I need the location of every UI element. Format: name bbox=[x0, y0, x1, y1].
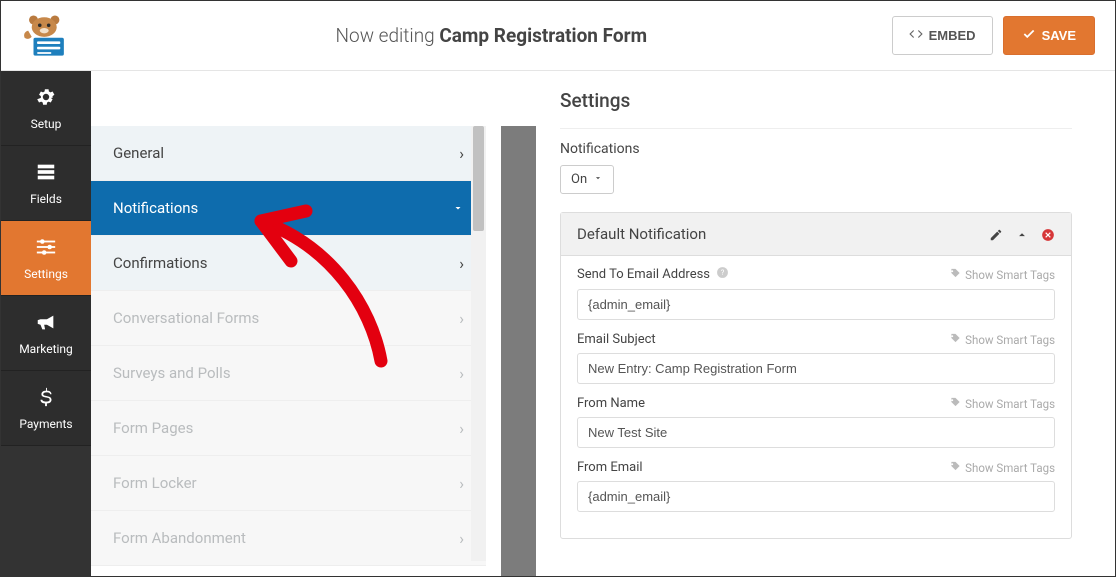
svg-text:?: ? bbox=[721, 268, 725, 277]
save-label: SAVE bbox=[1042, 28, 1076, 43]
submenu-label: Form Pages bbox=[113, 419, 193, 437]
main-settings: Settings Notifications On Default Notifi… bbox=[536, 71, 1096, 576]
from-name-label: From Name bbox=[577, 396, 645, 411]
sidebar-item-settings[interactable]: Settings bbox=[1, 221, 91, 296]
sidebar-label-marketing: Marketing bbox=[19, 342, 73, 356]
help-icon[interactable]: ? bbox=[716, 266, 729, 283]
submenu-label: Surveys and Polls bbox=[113, 364, 231, 382]
chevron-down-icon bbox=[593, 172, 603, 187]
field-from-email: From Email Show Smart Tags bbox=[577, 460, 1055, 512]
submenu-item-conversational-forms[interactable]: Conversational Forms › bbox=[91, 291, 486, 346]
notifications-toggle[interactable]: On bbox=[560, 165, 614, 194]
embed-label: EMBED bbox=[929, 28, 976, 43]
tag-icon bbox=[950, 333, 961, 347]
save-button[interactable]: SAVE bbox=[1003, 16, 1095, 55]
chevron-right-icon: › bbox=[459, 419, 464, 438]
sidebar-item-fields[interactable]: Fields bbox=[1, 146, 91, 221]
check-icon bbox=[1022, 27, 1036, 44]
tag-icon bbox=[950, 268, 961, 282]
field-send-to: Send To Email Address ? Show Smart Tags bbox=[577, 266, 1055, 320]
submenu-item-surveys-polls[interactable]: Surveys and Polls › bbox=[91, 346, 486, 401]
notifications-toggle-label: Notifications bbox=[560, 141, 1072, 157]
submenu-label: Form Locker bbox=[113, 474, 197, 492]
logo bbox=[1, 1, 91, 71]
chevron-down-icon bbox=[452, 199, 464, 218]
from-email-label: From Email bbox=[577, 460, 643, 475]
sliders-icon bbox=[35, 236, 57, 261]
gear-icon bbox=[35, 86, 57, 111]
panel-gap bbox=[501, 126, 536, 576]
edit-icon[interactable] bbox=[989, 227, 1003, 241]
submenu-item-general[interactable]: General › bbox=[91, 126, 486, 181]
chevron-right-icon: › bbox=[459, 309, 464, 328]
smart-tags-button[interactable]: Show Smart Tags bbox=[950, 333, 1055, 347]
sidebar-item-setup[interactable]: Setup bbox=[1, 71, 91, 146]
chevron-right-icon: › bbox=[459, 364, 464, 383]
submenu-item-form-locker[interactable]: Form Locker › bbox=[91, 456, 486, 511]
panel-body: Send To Email Address ? Show Smart Tags … bbox=[561, 256, 1071, 538]
tag-icon bbox=[950, 397, 961, 411]
chevron-right-icon: › bbox=[459, 254, 464, 273]
sidebar-label-setup: Setup bbox=[31, 117, 62, 131]
chevron-right-icon: › bbox=[459, 529, 464, 548]
field-subject: Email Subject Show Smart Tags bbox=[577, 332, 1055, 384]
panel-title: Default Notification bbox=[577, 225, 706, 243]
submenu-scrollbar[interactable] bbox=[471, 126, 486, 561]
sidebar-label-payments: Payments bbox=[19, 417, 72, 431]
submenu-item-form-pages[interactable]: Form Pages › bbox=[91, 401, 486, 456]
page-title: Now editing Camp Registration Form bbox=[91, 24, 892, 47]
scrollbar-thumb[interactable] bbox=[473, 126, 484, 231]
notification-panel: Default Notification Send To Email Addre… bbox=[560, 212, 1072, 539]
delete-icon[interactable] bbox=[1041, 227, 1055, 241]
submenu-label: General bbox=[113, 144, 164, 162]
from-name-input[interactable] bbox=[577, 417, 1055, 448]
submenu-item-notifications[interactable]: Notifications bbox=[91, 181, 486, 236]
chevron-up-icon[interactable] bbox=[1015, 227, 1029, 241]
list-icon bbox=[35, 161, 57, 186]
smart-tags-button[interactable]: Show Smart Tags bbox=[950, 268, 1055, 282]
toggle-value: On bbox=[571, 172, 587, 187]
code-icon bbox=[909, 27, 923, 44]
sidebar: Setup Fields Settings Marketing Payments bbox=[1, 71, 91, 576]
field-from-name: From Name Show Smart Tags bbox=[577, 396, 1055, 448]
submenu-label: Confirmations bbox=[113, 254, 207, 272]
bullhorn-icon bbox=[35, 311, 57, 336]
submenu-label: Notifications bbox=[113, 199, 198, 217]
chevron-right-icon: › bbox=[459, 144, 464, 163]
smart-tags-button[interactable]: Show Smart Tags bbox=[950, 397, 1055, 411]
subject-input[interactable] bbox=[577, 353, 1055, 384]
send-to-label: Send To Email Address ? bbox=[577, 266, 729, 283]
submenu-item-form-abandonment[interactable]: Form Abandonment › bbox=[91, 511, 486, 566]
sidebar-item-payments[interactable]: Payments bbox=[1, 371, 91, 446]
from-email-input[interactable] bbox=[577, 481, 1055, 512]
sidebar-label-settings: Settings bbox=[24, 267, 68, 281]
submenu-label: Conversational Forms bbox=[113, 309, 259, 327]
submenu-item-confirmations[interactable]: Confirmations › bbox=[91, 236, 486, 291]
settings-submenu: General › Notifications Confirmations › … bbox=[91, 126, 486, 561]
sidebar-item-marketing[interactable]: Marketing bbox=[1, 296, 91, 371]
panel-actions bbox=[989, 227, 1055, 241]
smart-tags-button[interactable]: Show Smart Tags bbox=[950, 461, 1055, 475]
form-name: Camp Registration Form bbox=[439, 24, 647, 47]
dollar-icon bbox=[35, 386, 57, 411]
header-actions: EMBED SAVE bbox=[892, 16, 1095, 55]
panel-header: Default Notification bbox=[561, 213, 1071, 256]
send-to-input[interactable] bbox=[577, 289, 1055, 320]
sidebar-label-fields: Fields bbox=[30, 192, 62, 206]
header: Now editing Camp Registration Form EMBED… bbox=[1, 1, 1115, 71]
settings-heading: Settings bbox=[560, 89, 1072, 129]
editing-prefix: Now editing bbox=[336, 24, 440, 47]
tag-icon bbox=[950, 461, 961, 475]
submenu-label: Form Abandonment bbox=[113, 529, 246, 547]
subject-label: Email Subject bbox=[577, 332, 656, 347]
sidebar-blank bbox=[1, 446, 91, 576]
chevron-right-icon: › bbox=[459, 474, 464, 493]
embed-button[interactable]: EMBED bbox=[892, 16, 993, 55]
